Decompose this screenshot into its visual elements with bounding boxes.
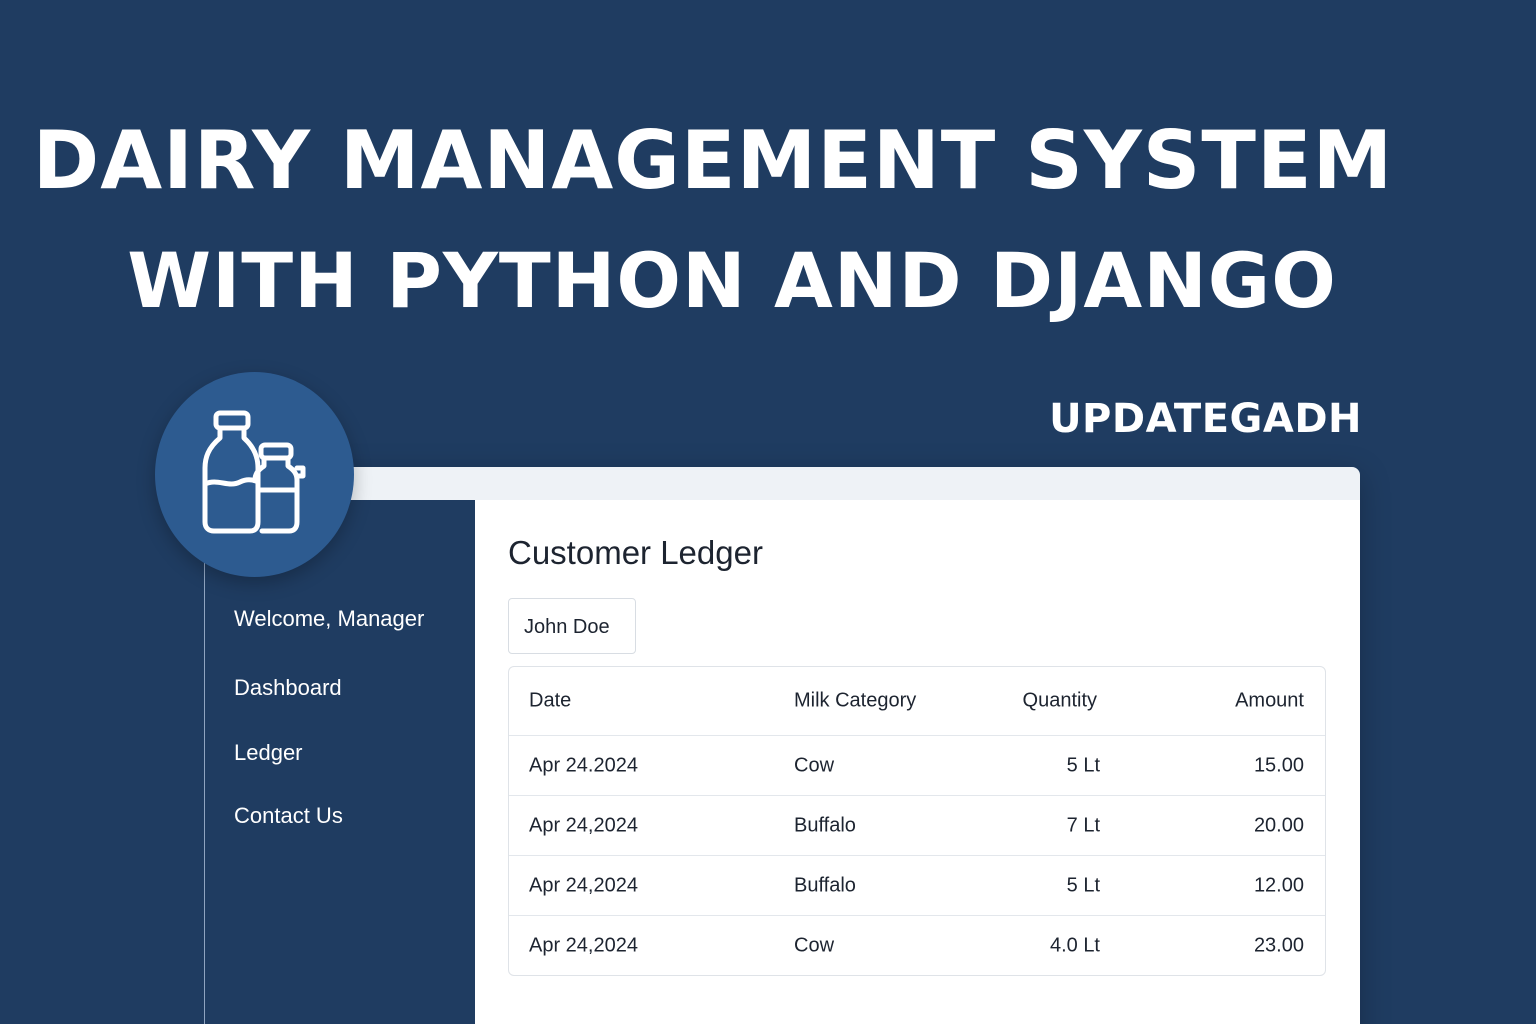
page-title: Customer Ledger xyxy=(508,534,763,571)
ledger-table: Date Milk Category Quantity Amount Apr 2… xyxy=(508,666,1326,976)
cell-date: Apr 24,2024 xyxy=(529,874,638,896)
cell-date: Apr 24,2024 xyxy=(529,814,638,836)
sidebar-item-ledger[interactable]: Ledger xyxy=(234,740,303,766)
table-row[interactable]: Apr 24,2024 Buffalo 7 Lt 20.00 xyxy=(509,795,1325,855)
cell-quantity: 5 Lt xyxy=(1066,874,1100,896)
table-row[interactable]: Apr 24,2024 Cow 4.0 Lt 23.00 xyxy=(509,915,1325,975)
cell-quantity: 4.0 Lt xyxy=(1049,934,1100,956)
cell-date: Apr 24.2024 xyxy=(529,754,638,776)
customer-select[interactable]: John Doe xyxy=(508,598,636,654)
sidebar-item-dashboard[interactable]: Dashboard xyxy=(234,675,342,701)
cell-milk-category: Buffalo xyxy=(794,814,856,836)
cell-amount: 20.00 xyxy=(1253,814,1304,836)
table-row[interactable]: Apr 24.2024 Cow 5 Lt 15.00 xyxy=(509,735,1325,795)
page: DAIRY MANAGEMENT SYSTEM WITH PYTHON AND … xyxy=(0,0,1536,1024)
column-header-date[interactable]: Date xyxy=(529,690,571,713)
table-row[interactable]: Apr 24,2024 Buffalo 5 Lt 12.00 xyxy=(509,855,1325,915)
column-header-amount[interactable]: Amount xyxy=(1235,690,1304,713)
cell-amount: 23.00 xyxy=(1253,934,1304,956)
column-header-quantity[interactable]: Quantity xyxy=(1023,690,1097,713)
welcome-text: Welcome, Manager xyxy=(234,606,425,631)
main-content: Customer Ledger John Doe Date Milk Categ… xyxy=(475,500,1360,1024)
sidebar: Welcome, Manager Dashboard Ledger Contac… xyxy=(204,500,475,1024)
milk-bottles-icon xyxy=(202,410,305,533)
cell-milk-category: Cow xyxy=(794,934,835,956)
logo xyxy=(155,372,354,577)
cell-milk-category: Buffalo xyxy=(794,874,856,896)
cell-amount: 15.00 xyxy=(1253,754,1304,776)
column-header-milk-category[interactable]: Milk Category xyxy=(794,690,916,713)
brand-name: UPDATEGADH xyxy=(1049,396,1362,442)
table-header-row: Date Milk Category Quantity Amount xyxy=(509,667,1325,735)
cell-quantity: 5 Lt xyxy=(1066,754,1100,776)
cell-date: Apr 24,2024 xyxy=(529,934,638,956)
cell-amount: 12.00 xyxy=(1253,874,1304,896)
cell-quantity: 7 Lt xyxy=(1066,814,1100,836)
sidebar-item-contact-us[interactable]: Contact Us xyxy=(234,803,343,829)
headline-line-1: DAIRY MANAGEMENT SYSTEM xyxy=(32,114,1394,207)
headline-line-2: WITH PYTHON AND DJANGO xyxy=(127,236,1337,325)
cell-milk-category: Cow xyxy=(794,754,835,776)
